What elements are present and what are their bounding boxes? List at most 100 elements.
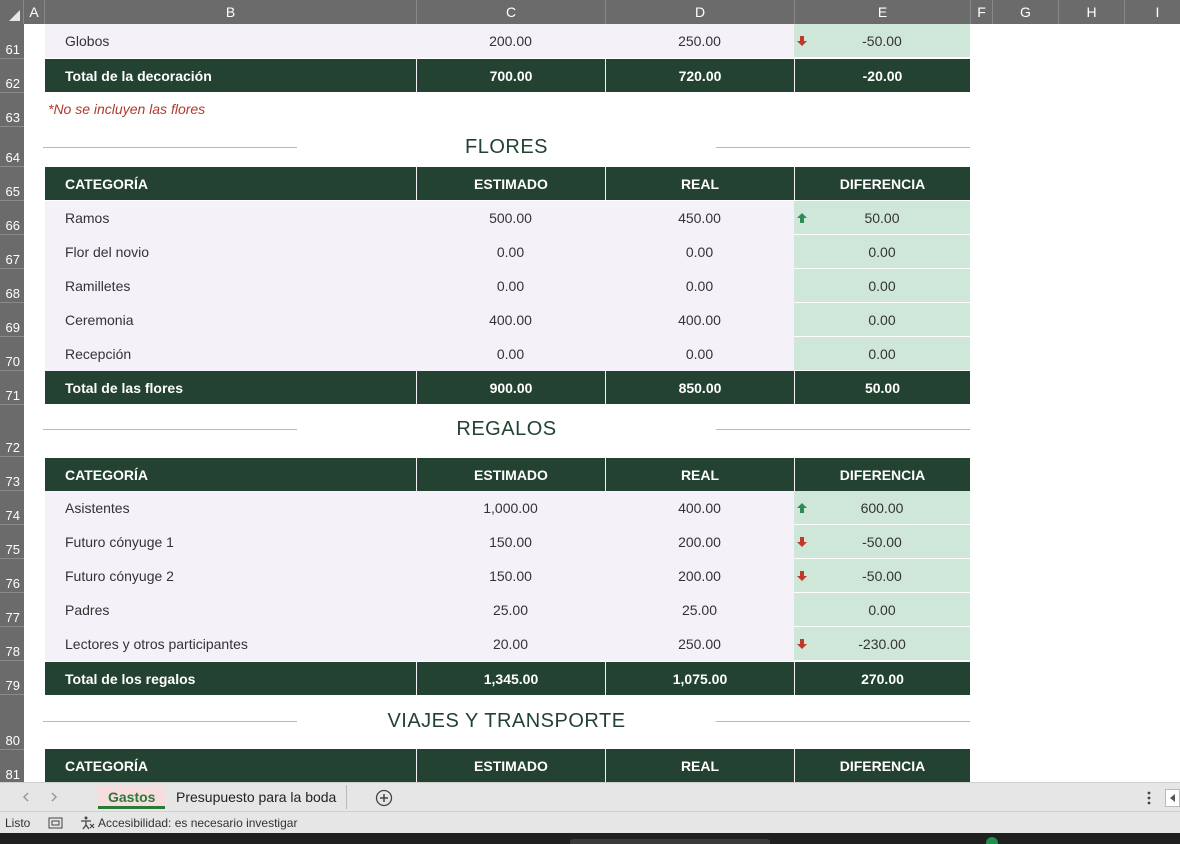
add-sheet-icon[interactable] — [375, 789, 393, 807]
total-label[interactable]: Total de las flores — [45, 371, 416, 404]
cell-mode-icon[interactable] — [48, 816, 64, 830]
taskbar-search-box[interactable] — [570, 839, 770, 844]
row-header[interactable]: 79 — [0, 661, 24, 695]
row-header[interactable]: 76 — [0, 559, 24, 593]
worksheet-grid[interactable]: Globos 200.00 250.00 -50.00 Total de la … — [24, 24, 1180, 782]
row-header[interactable]: 81 — [0, 750, 24, 782]
cell-real[interactable]: 450.00 — [605, 201, 794, 235]
cell-category[interactable]: Asistentes — [45, 491, 416, 525]
cell-diferencia[interactable]: -50.00 — [794, 559, 970, 593]
cell-estimado[interactable]: 200.00 — [416, 24, 605, 58]
row-header[interactable]: 75 — [0, 525, 24, 559]
total-diferencia[interactable]: 50.00 — [794, 371, 970, 404]
sheet-tab-presupuesto[interactable]: Presupuesto para la boda — [166, 785, 348, 809]
total-real[interactable]: 720.00 — [605, 59, 794, 92]
taskbar-app-icon[interactable] — [986, 837, 998, 844]
column-header-a[interactable]: A — [24, 0, 45, 24]
column-header-c[interactable]: C — [417, 0, 606, 24]
column-header-e[interactable]: E — [795, 0, 971, 24]
total-real[interactable]: 850.00 — [605, 371, 794, 404]
cell-real[interactable]: 200.00 — [605, 559, 794, 593]
cell-real[interactable]: 250.00 — [605, 24, 794, 58]
column-header-g[interactable]: G — [993, 0, 1059, 24]
row-header[interactable]: 61 — [0, 24, 24, 59]
cell-estimado[interactable]: 20.00 — [416, 627, 605, 661]
cell-category[interactable]: Ceremonia — [45, 303, 416, 337]
row-header[interactable]: 73 — [0, 457, 24, 491]
cell-diferencia[interactable]: 0.00 — [794, 303, 970, 337]
row-header[interactable]: 65 — [0, 167, 24, 201]
header-categoria[interactable]: CATEGORÍA — [45, 749, 416, 782]
total-label[interactable]: Total de los regalos — [45, 662, 416, 695]
header-diferencia[interactable]: DIFERENCIA — [794, 458, 970, 491]
header-categoria[interactable]: CATEGORÍA — [45, 167, 416, 200]
row-header[interactable]: 71 — [0, 371, 24, 405]
cell-category[interactable]: Lectores y otros participantes — [45, 627, 416, 661]
row-header[interactable]: 74 — [0, 491, 24, 525]
cell-real[interactable]: 0.00 — [605, 269, 794, 303]
cell-category[interactable]: Recepción — [45, 337, 416, 371]
cell-category[interactable]: Ramos — [45, 201, 416, 235]
accessibility-status[interactable]: Accesibilidad: es necesario investigar — [98, 816, 297, 830]
cell-diferencia[interactable]: -50.00 — [794, 525, 970, 559]
cell-real[interactable]: 200.00 — [605, 525, 794, 559]
cell-diferencia[interactable]: 0.00 — [794, 593, 970, 627]
row-header[interactable]: 77 — [0, 593, 24, 627]
cell-diferencia[interactable]: 600.00 — [794, 491, 970, 525]
cell-diferencia[interactable]: -230.00 — [794, 627, 970, 661]
total-estimado[interactable]: 700.00 — [416, 59, 605, 92]
column-header-f[interactable]: F — [971, 0, 993, 24]
cell-estimado[interactable]: 500.00 — [416, 201, 605, 235]
cell-estimado[interactable]: 25.00 — [416, 593, 605, 627]
row-header[interactable]: 63 — [0, 93, 24, 127]
horizontal-scroll-left-button[interactable] — [1165, 789, 1180, 807]
cell-category[interactable]: Futuro cónyuge 2 — [45, 559, 416, 593]
total-diferencia[interactable]: 270.00 — [794, 662, 970, 695]
total-diferencia[interactable]: -20.00 — [794, 59, 970, 92]
cell-category[interactable]: Futuro cónyuge 1 — [45, 525, 416, 559]
row-header[interactable]: 68 — [0, 269, 24, 303]
more-options-icon[interactable] — [1146, 791, 1152, 805]
row-header[interactable]: 70 — [0, 337, 24, 371]
header-diferencia[interactable]: DIFERENCIA — [794, 167, 970, 200]
cell-estimado[interactable]: 0.00 — [416, 269, 605, 303]
cell-category[interactable]: Flor del novio — [45, 235, 416, 269]
header-diferencia[interactable]: DIFERENCIA — [794, 749, 970, 782]
row-header[interactable]: 80 — [0, 695, 24, 750]
cell-real[interactable]: 250.00 — [605, 627, 794, 661]
cell-category[interactable]: Globos — [45, 24, 416, 58]
total-estimado[interactable]: 900.00 — [416, 371, 605, 404]
header-real[interactable]: REAL — [605, 458, 794, 491]
cell-category[interactable]: Ramilletes — [45, 269, 416, 303]
header-categoria[interactable]: CATEGORÍA — [45, 458, 416, 491]
accessibility-icon[interactable] — [79, 815, 95, 831]
cell-real[interactable]: 25.00 — [605, 593, 794, 627]
header-estimado[interactable]: ESTIMADO — [416, 749, 605, 782]
row-header[interactable]: 69 — [0, 303, 24, 337]
select-all-button[interactable] — [0, 0, 24, 24]
cell-diferencia[interactable]: 0.00 — [794, 269, 970, 303]
header-real[interactable]: REAL — [605, 167, 794, 200]
sheet-tab-gastos[interactable]: Gastos — [98, 785, 166, 809]
cell-diferencia[interactable]: 0.00 — [794, 235, 970, 269]
cell-diferencia[interactable]: 50.00 — [794, 201, 970, 235]
row-header[interactable]: 78 — [0, 627, 24, 661]
cell-category[interactable]: Padres — [45, 593, 416, 627]
cell-estimado[interactable]: 0.00 — [416, 235, 605, 269]
column-header-i[interactable]: I — [1125, 0, 1180, 24]
row-header[interactable]: 72 — [0, 405, 24, 457]
column-header-b[interactable]: B — [45, 0, 417, 24]
cell-real[interactable]: 0.00 — [605, 337, 794, 371]
row-header[interactable]: 67 — [0, 235, 24, 269]
cell-estimado[interactable]: 0.00 — [416, 337, 605, 371]
row-header[interactable]: 62 — [0, 59, 24, 93]
cell-estimado[interactable]: 150.00 — [416, 559, 605, 593]
cell-estimado[interactable]: 1,000.00 — [416, 491, 605, 525]
column-header-h[interactable]: H — [1059, 0, 1125, 24]
row-header[interactable]: 66 — [0, 201, 24, 235]
cell-diferencia[interactable]: -50.00 — [794, 24, 970, 58]
total-estimado[interactable]: 1,345.00 — [416, 662, 605, 695]
cell-estimado[interactable]: 150.00 — [416, 525, 605, 559]
header-real[interactable]: REAL — [605, 749, 794, 782]
cell-real[interactable]: 400.00 — [605, 303, 794, 337]
